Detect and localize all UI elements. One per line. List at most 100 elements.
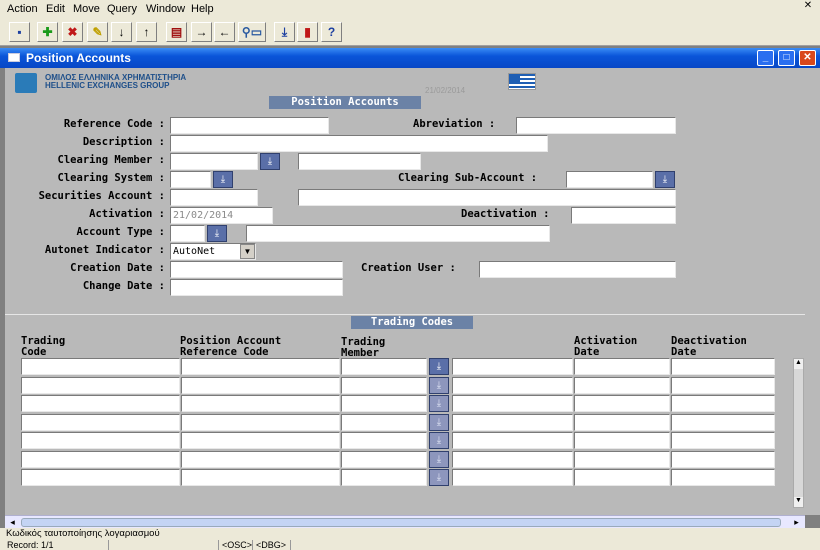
trading-code-cell[interactable]: [21, 395, 180, 412]
previous-icon[interactable]: ↑: [136, 22, 157, 42]
activation-date-cell[interactable]: [574, 450, 670, 468]
forward-icon[interactable]: →: [191, 22, 212, 42]
trading-member-cell[interactable]: [341, 376, 427, 394]
save-icon[interactable]: ▪: [9, 22, 30, 42]
deactivation-date-cell[interactable]: [671, 432, 775, 449]
trading-member-lov-icon[interactable]: ⤓: [429, 450, 449, 468]
query-icon[interactable]: ⚲▭: [238, 22, 266, 42]
activation-date-cell[interactable]: [574, 469, 670, 486]
trading-member-desc-cell: [452, 450, 573, 468]
deactivation-date-cell[interactable]: [671, 358, 775, 375]
close-icon[interactable]: ✕: [799, 50, 816, 66]
clearing-member-field[interactable]: [170, 153, 258, 170]
deactivation-date-cell[interactable]: [671, 413, 775, 431]
menu-help[interactable]: Help: [191, 3, 214, 15]
clearing-sub-account-lov-icon[interactable]: ⤓: [655, 171, 675, 188]
creation-date-field[interactable]: [170, 261, 343, 278]
autonet-dropdown-icon[interactable]: ▼: [240, 244, 255, 259]
table-scrollbar[interactable]: ▲ ▼: [793, 358, 804, 508]
trading-member-cell[interactable]: [341, 450, 427, 468]
trading-code-cell[interactable]: [21, 469, 180, 486]
change-date-field[interactable]: [170, 279, 343, 296]
activation-date-cell[interactable]: [574, 376, 670, 394]
maximize-icon[interactable]: □: [778, 50, 795, 66]
trading-member-cell[interactable]: [341, 395, 427, 412]
clearing-sub-account-field[interactable]: [566, 171, 653, 188]
trading-member-cell[interactable]: [341, 469, 427, 486]
scroll-up-icon[interactable]: ▲: [794, 359, 803, 369]
back-icon[interactable]: ←: [214, 22, 235, 42]
position-account-ref-cell[interactable]: [181, 450, 340, 468]
reference-code-field[interactable]: [170, 117, 329, 134]
section-position-accounts: Position Accounts: [269, 96, 421, 109]
clearing-system-field[interactable]: [170, 171, 211, 188]
clearing-sub-account-label: Clearing Sub-Account :: [398, 172, 538, 184]
activation-date-field[interactable]: 21/02/2014: [170, 207, 273, 224]
next-icon[interactable]: ↓: [111, 22, 132, 42]
exit-icon[interactable]: ▮: [297, 22, 318, 42]
dbg-indicator: <DBG>: [252, 540, 286, 550]
menu-move[interactable]: Move: [73, 3, 100, 15]
clear-icon[interactable]: ✎: [87, 22, 108, 42]
trading-member-lov-icon[interactable]: ⤓: [429, 358, 449, 375]
trading-member-cell[interactable]: [341, 358, 427, 375]
trading-code-cell[interactable]: [21, 358, 180, 375]
menu-edit[interactable]: Edit: [46, 3, 65, 15]
account-type-desc-field: [246, 225, 550, 242]
securities-account-field[interactable]: [170, 189, 258, 206]
clearing-system-lov-icon[interactable]: ⤓: [213, 171, 233, 188]
trading-member-lov-icon[interactable]: ⤓: [429, 376, 449, 394]
trading-member-lov-icon[interactable]: ⤓: [429, 413, 449, 431]
activation-label: Activation :: [89, 208, 165, 220]
menu-action[interactable]: Action: [7, 3, 38, 15]
deactivation-date-cell[interactable]: [671, 450, 775, 468]
deactivation-date-cell[interactable]: [671, 376, 775, 394]
app-root: Action Edit Move Query Window Help ✕ ▪ ✚…: [0, 0, 820, 550]
greek-flag-icon: [508, 73, 536, 90]
trading-member-desc-cell: [452, 432, 573, 449]
position-account-ref-cell[interactable]: [181, 469, 340, 486]
scroll-down-icon[interactable]: ▼: [794, 497, 803, 507]
trading-member-cell[interactable]: [341, 413, 427, 431]
autonet-indicator-value: AutoNet: [173, 246, 216, 257]
trading-code-cell[interactable]: [21, 432, 180, 449]
deactivation-date-cell[interactable]: [671, 395, 775, 412]
scroll-left-icon[interactable]: ◂: [5, 516, 20, 528]
menu-query[interactable]: Query: [107, 3, 137, 15]
trading-member-cell[interactable]: [341, 432, 427, 449]
activation-date-cell[interactable]: [574, 395, 670, 412]
position-account-ref-cell[interactable]: [181, 432, 340, 449]
trading-code-cell[interactable]: [21, 376, 180, 394]
download-icon[interactable]: ⤓: [274, 22, 295, 42]
activation-date-cell[interactable]: [574, 358, 670, 375]
app-close-icon[interactable]: ✕: [800, 0, 816, 14]
account-type-field[interactable]: [170, 225, 205, 242]
activation-date-cell[interactable]: [574, 432, 670, 449]
position-account-ref-cell[interactable]: [181, 413, 340, 431]
creation-user-field[interactable]: [479, 261, 676, 278]
trading-member-lov-icon[interactable]: ⤓: [429, 469, 449, 486]
deactivation-date-field[interactable]: [571, 207, 676, 224]
delete-icon[interactable]: ✖: [62, 22, 83, 42]
position-account-ref-cell[interactable]: [181, 376, 340, 394]
print-icon[interactable]: ▤: [166, 22, 187, 42]
position-account-ref-cell[interactable]: [181, 358, 340, 375]
horizontal-scrollbar[interactable]: ◂ ▸: [5, 515, 805, 528]
scroll-thumb[interactable]: [21, 518, 781, 527]
clearing-member-lov-icon[interactable]: ⤓: [260, 153, 280, 170]
scroll-right-icon[interactable]: ▸: [789, 516, 804, 528]
trading-member-lov-icon[interactable]: ⤓: [429, 395, 449, 412]
add-icon[interactable]: ✚: [37, 22, 58, 42]
account-type-lov-icon[interactable]: ⤓: [207, 225, 227, 242]
deactivation-date-cell[interactable]: [671, 469, 775, 486]
position-account-ref-cell[interactable]: [181, 395, 340, 412]
trading-member-lov-icon[interactable]: ⤓: [429, 432, 449, 449]
minimize-icon[interactable]: _: [757, 50, 774, 66]
abreviation-field[interactable]: [516, 117, 676, 134]
trading-code-cell[interactable]: [21, 413, 180, 431]
menu-window[interactable]: Window: [146, 3, 185, 15]
trading-code-cell[interactable]: [21, 450, 180, 468]
activation-date-cell[interactable]: [574, 413, 670, 431]
description-field[interactable]: [170, 135, 548, 152]
help-icon[interactable]: ?: [321, 22, 342, 42]
